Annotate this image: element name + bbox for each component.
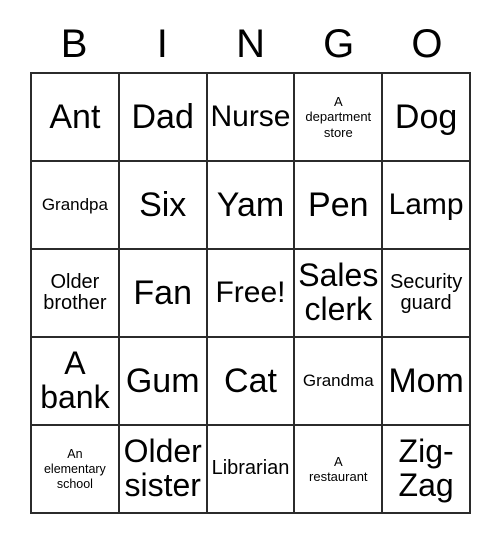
- bingo-cell-n1[interactable]: Nurse: [207, 74, 296, 162]
- bingo-cell-label: Older sister: [123, 433, 202, 503]
- bingo-cell-o4[interactable]: Mom: [383, 338, 471, 426]
- bingo-cell-b4[interactable]: A bank: [32, 338, 120, 426]
- bingo-cell-label: Security guard: [389, 270, 463, 314]
- bingo-cell-label: Lamp: [388, 188, 464, 222]
- bingo-cell-o1[interactable]: Dog: [383, 74, 471, 162]
- header-letter-o: O: [411, 22, 443, 66]
- bingo-cell-label: Six: [139, 185, 187, 224]
- bingo-cell-label: Yam: [216, 185, 285, 224]
- bingo-cell-label: Librarian: [211, 457, 290, 480]
- bingo-cell-n2[interactable]: Yam: [207, 162, 296, 250]
- bingo-cell-label: An elementary school: [43, 446, 106, 491]
- bingo-cell-o3[interactable]: Security guard: [383, 250, 471, 338]
- bingo-cell-label: Dad: [131, 97, 194, 136]
- bingo-card: B I N G O Ant Dad Nurse A department sto…: [0, 0, 500, 544]
- bingo-cell-i1[interactable]: Dad: [119, 74, 208, 162]
- bingo-cell-o5[interactable]: Zig- Zag: [383, 426, 471, 514]
- bingo-cell-label: A department store: [305, 94, 372, 140]
- bingo-cell-label: Dog: [394, 97, 458, 136]
- bingo-cell-b1[interactable]: Ant: [32, 74, 120, 162]
- bingo-cell-i4[interactable]: Gum: [119, 338, 208, 426]
- bingo-cell-label: Nurse: [210, 100, 291, 134]
- bingo-cell-b2[interactable]: Grandpa: [32, 162, 120, 250]
- bingo-cell-label: Zig- Zag: [398, 433, 454, 503]
- bingo-header-row: B I N G O: [30, 18, 471, 70]
- bingo-cell-o2[interactable]: Lamp: [383, 162, 471, 250]
- bingo-cell-n5[interactable]: Librarian: [207, 426, 296, 514]
- bingo-cell-g5[interactable]: A restaurant: [295, 426, 384, 514]
- bingo-cell-label: Older brother: [43, 270, 107, 314]
- bingo-cell-label: Cat: [224, 361, 277, 400]
- header-letter-n: N: [236, 22, 265, 66]
- bingo-cell-g2[interactable]: Pen: [295, 162, 384, 250]
- header-letter-i: I: [156, 22, 168, 66]
- bingo-cell-label: Ant: [49, 97, 101, 136]
- bingo-cell-i5[interactable]: Older sister: [119, 426, 208, 514]
- bingo-cell-label: Fan: [133, 273, 192, 312]
- bingo-cell-label: Grandpa: [41, 194, 108, 214]
- bingo-cell-label: Gum: [125, 361, 200, 400]
- header-letter-b: B: [60, 22, 88, 66]
- bingo-cell-label: A restaurant: [309, 453, 368, 484]
- bingo-cell-g4[interactable]: Grandma: [295, 338, 384, 426]
- bingo-cell-label: Pen: [308, 185, 369, 224]
- bingo-grid: Ant Dad Nurse A department store Dog Gra…: [30, 72, 471, 514]
- bingo-cell-g1[interactable]: A department store: [295, 74, 384, 162]
- bingo-cell-label: Sales clerk: [298, 257, 379, 327]
- bingo-cell-label: Mom: [388, 361, 464, 400]
- bingo-cell-b3[interactable]: Older brother: [32, 250, 120, 338]
- bingo-cell-i2[interactable]: Six: [119, 162, 208, 250]
- bingo-cell-label: A bank: [40, 345, 110, 415]
- bingo-cell-n4[interactable]: Cat: [207, 338, 296, 426]
- bingo-cell-label: Grandma: [302, 370, 374, 390]
- bingo-cell-g3[interactable]: Sales clerk: [295, 250, 384, 338]
- bingo-cell-i3[interactable]: Fan: [119, 250, 208, 338]
- bingo-cell-free-space[interactable]: Free!: [207, 250, 296, 338]
- header-letter-g: G: [323, 22, 355, 66]
- bingo-cell-b5[interactable]: An elementary school: [32, 426, 120, 514]
- bingo-cell-label: Free!: [215, 276, 286, 310]
